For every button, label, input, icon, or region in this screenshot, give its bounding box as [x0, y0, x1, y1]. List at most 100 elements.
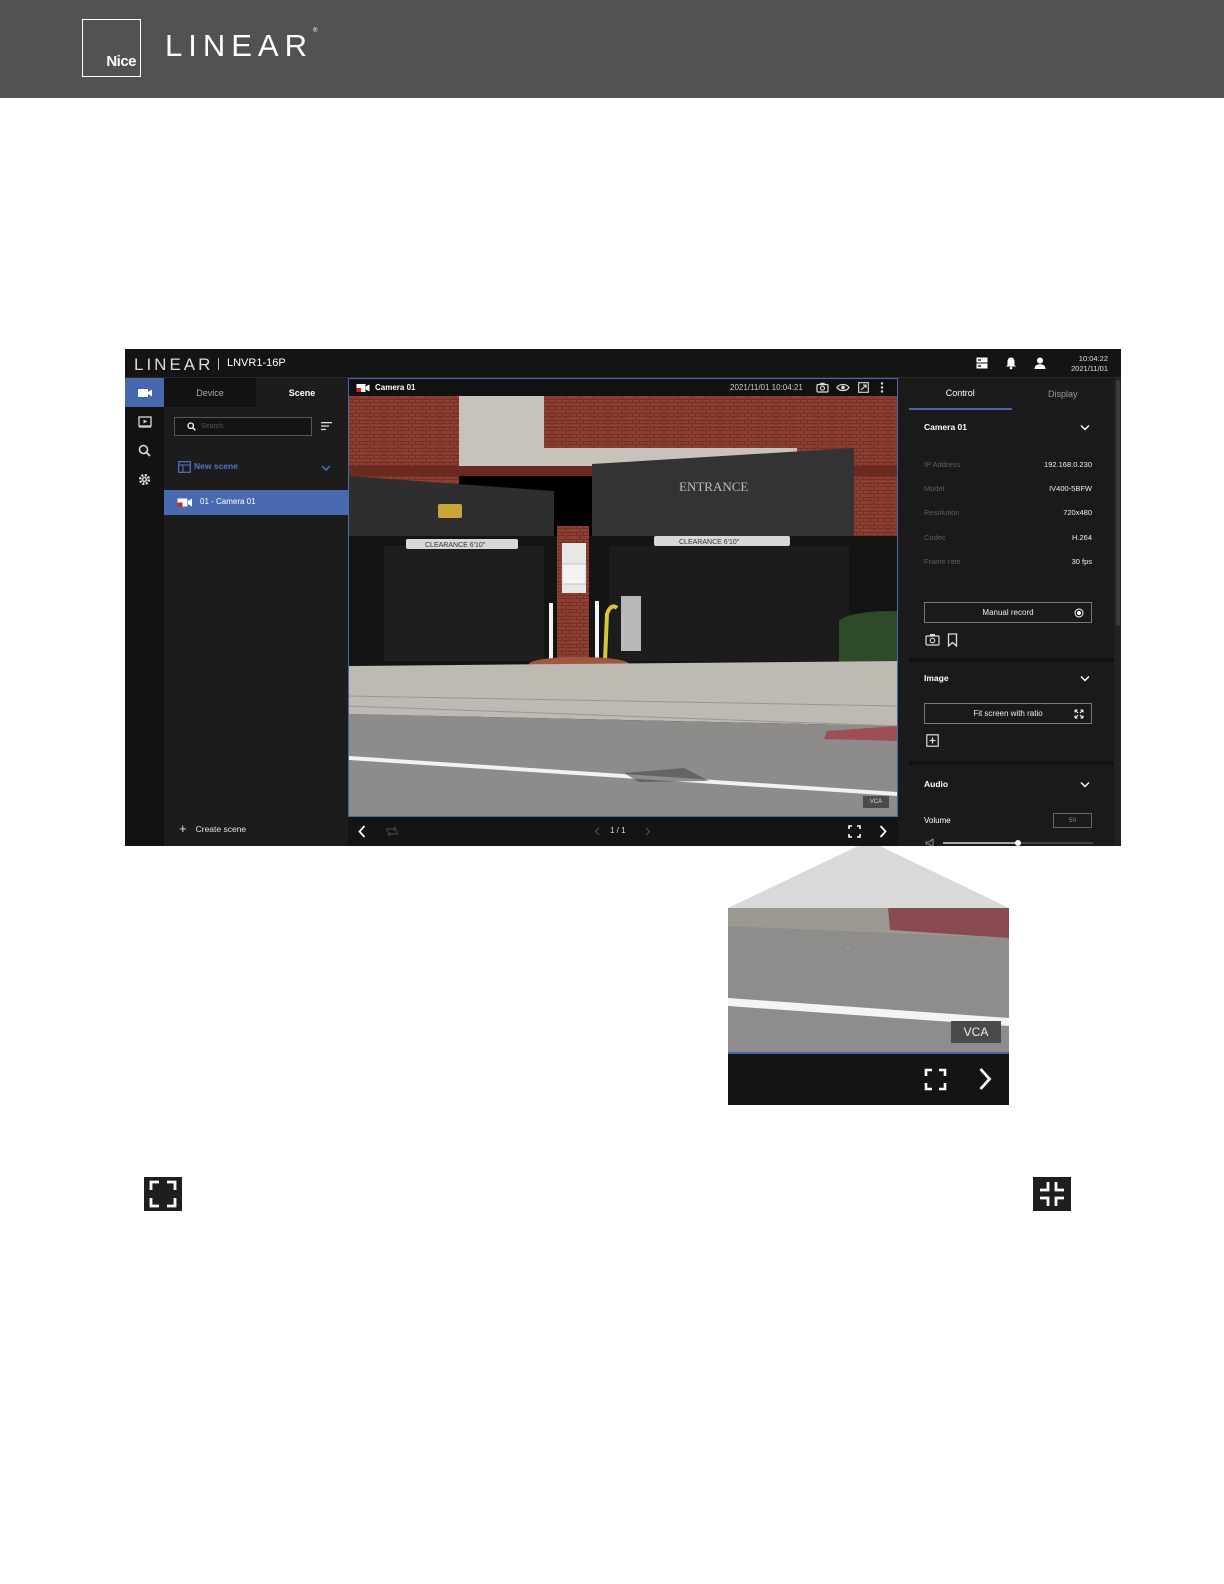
create-scene-button[interactable]: + Create scene [179, 821, 247, 836]
fullscreen-enter-icon [149, 1180, 177, 1208]
brand-separator [218, 358, 219, 370]
chevron-down-icon[interactable] [1080, 781, 1090, 789]
vca-badge: VCA [863, 796, 889, 808]
nav-rail [125, 378, 164, 846]
nice-logo-text: Nice [106, 53, 136, 70]
page-prev-icon[interactable] [594, 827, 600, 836]
zoomed-viewer-footer [728, 1054, 1009, 1105]
user-icon[interactable] [1033, 356, 1047, 370]
camera-section-title: Camera 01 [924, 422, 968, 432]
fullscreen-icon[interactable] [848, 825, 861, 838]
fit-screen-label: Fit screen with ratio [973, 709, 1043, 718]
control-panel-tabs: Control Display [909, 378, 1114, 410]
scene-search-input[interactable] [201, 420, 301, 433]
manual-record-button[interactable]: Manual record [924, 602, 1092, 623]
nice-logo: Nice [82, 19, 141, 77]
scene-camera-item[interactable]: 01 - Camera 01 [164, 490, 348, 515]
section-divider [909, 658, 1114, 662]
nav-playback[interactable] [125, 407, 164, 436]
fullscreen-exit-icon-box [1033, 1177, 1071, 1211]
snapshot-icon[interactable] [816, 382, 829, 393]
bookmark-icon[interactable] [947, 633, 958, 647]
nav-settings[interactable] [125, 465, 164, 494]
tab-device[interactable]: Device [164, 378, 256, 407]
nav-search[interactable] [125, 436, 164, 465]
sort-icon[interactable] [321, 421, 332, 431]
fullscreen-icon[interactable] [924, 1068, 947, 1091]
chevron-right-icon[interactable] [879, 825, 887, 838]
tab-scene[interactable]: Scene [256, 378, 348, 407]
search-icon [138, 444, 151, 457]
manual-record-label: Manual record [982, 608, 1034, 617]
nvr-app-window: LINEAR LNVR1-16P 10:04:22 2021/11/01 Dev… [125, 349, 1121, 846]
chevron-right-icon[interactable] [978, 1067, 992, 1091]
system-clock: 10:04:22 2021/11/01 [1071, 354, 1108, 374]
zoom-callout-cone [728, 846, 1009, 908]
viewer-camera-name: Camera 01 [375, 383, 416, 392]
prop-frame-rate: Frame rate 30 fps [924, 557, 1092, 566]
tab-control[interactable]: Control [909, 378, 1012, 410]
entrance-sign: ENTRANCE [679, 479, 748, 494]
eye-icon[interactable] [836, 383, 850, 392]
volume-slider[interactable] [925, 838, 1095, 846]
chevron-down-icon[interactable] [321, 465, 331, 472]
fullscreen-exit-icon [1040, 1182, 1064, 1206]
digital-zoom-icon[interactable] [926, 734, 939, 747]
prop-ip-address: IP Address 192.168.0.230 [924, 460, 1092, 469]
scene-search[interactable] [174, 417, 312, 436]
clearance-sign-left: CLEARANCE 6'10" [425, 542, 486, 549]
device-model: LNVR1-16P [227, 357, 286, 369]
plus-icon: + [179, 821, 187, 836]
scene-panel-tabs: Device Scene [164, 378, 348, 407]
chevron-down-icon[interactable] [1080, 675, 1090, 683]
viewer-titlebar: Camera 01 2021/11/01 10:04:21 [349, 379, 897, 396]
linear-logo: LINEAR® [165, 28, 318, 63]
server-icon[interactable] [975, 356, 989, 370]
fullscreen-enter-icon-box [144, 1177, 182, 1211]
tab-display[interactable]: Display [1012, 378, 1115, 410]
chevron-down-icon[interactable] [1080, 424, 1090, 432]
scene-group-new-scene[interactable]: New scene [164, 455, 348, 481]
record-icon [1074, 608, 1084, 618]
volume-value[interactable]: 50 [1053, 813, 1092, 828]
section-divider [909, 761, 1114, 765]
bell-icon[interactable] [1004, 356, 1018, 370]
camera-status-icon [356, 384, 370, 392]
settings-icon [138, 473, 151, 486]
audio-section-title: Audio [924, 779, 949, 789]
digital-zoom-icon[interactable] [858, 382, 869, 393]
page-next-icon[interactable] [645, 827, 651, 836]
prop-model: Model IV400-5BFW [924, 484, 1092, 493]
nav-live-view[interactable] [125, 378, 164, 407]
playback-icon [137, 415, 152, 428]
camera-feed: ENTRANCE CLEARANCE 6'10" CLEARANCE 6'10" [349, 396, 897, 816]
zoom-callout: VCA [728, 908, 1009, 1105]
zoomed-vca-badge: VCA [951, 1021, 1001, 1043]
scrollbar-thumb[interactable] [1116, 380, 1120, 626]
control-panel: Control Display Camera 01 IP Address 192.… [909, 378, 1121, 846]
snapshot-icon[interactable] [925, 633, 940, 646]
more-vertical-icon[interactable] [880, 382, 884, 393]
viewer-timestamp: 2021/11/01 10:04:21 [730, 383, 803, 392]
camera-icon [137, 388, 152, 397]
image-section-title: Image [924, 673, 949, 683]
prop-codec: Codec H.264 [924, 533, 1092, 542]
clock-date: 2021/11/01 [1071, 364, 1108, 373]
layout-grid-icon [178, 461, 191, 473]
page-indicator: 1 / 1 [610, 826, 626, 835]
volume-label: Volume [924, 816, 951, 825]
search-icon [187, 422, 196, 431]
camera-viewer[interactable]: Camera 01 2021/11/01 10:04:21 ENTRANCE C… [348, 378, 898, 817]
chevron-left-icon[interactable] [358, 825, 366, 838]
fit-screen-button[interactable]: Fit screen with ratio [924, 703, 1092, 724]
viewer-footer: 1 / 1 [348, 817, 898, 846]
app-brand: LINEAR [134, 355, 214, 374]
scene-camera-label: 01 - Camera 01 [200, 497, 256, 506]
clearance-sign-right: CLEARANCE 6'10" [679, 539, 740, 546]
loop-icon[interactable] [385, 826, 399, 837]
parking-garage-scene: ENTRANCE CLEARANCE 6'10" CLEARANCE 6'10" [349, 396, 897, 816]
scene-panel: Device Scene New scene [164, 378, 348, 846]
create-scene-label: Create scene [195, 824, 247, 834]
camera-status-icon [177, 498, 192, 507]
clock-time: 10:04:22 [1078, 354, 1108, 363]
